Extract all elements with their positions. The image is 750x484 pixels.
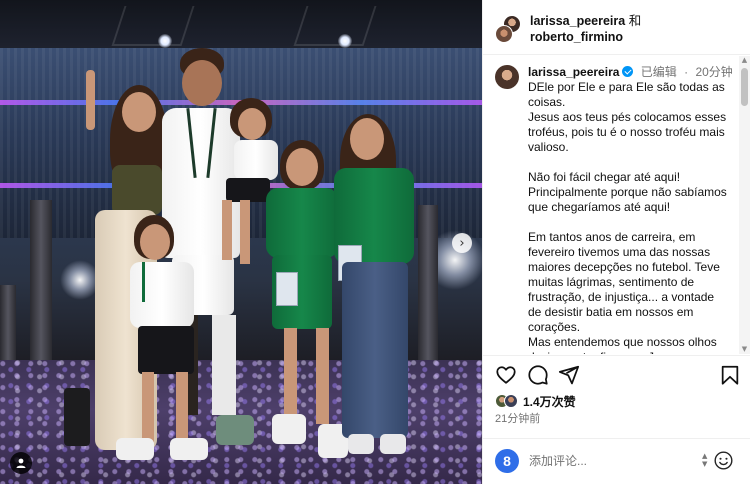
- caption-line: coisas.: [528, 95, 566, 109]
- caption-line: de desistir batia em nossos em: [528, 305, 694, 319]
- middle-girl-jersey: [266, 188, 338, 258]
- caption-line: fevereiro tivemos uma das nossas: [528, 245, 711, 259]
- caption-line: que chegaríamos até aqui!: [528, 200, 671, 214]
- divider: [483, 355, 750, 356]
- comment-bar: 8 ▲▼: [483, 439, 750, 484]
- likes-row[interactable]: 1.4万次赞: [495, 393, 576, 409]
- post-timestamp[interactable]: 21分钟前: [495, 410, 540, 426]
- small-girl-leg: [142, 372, 154, 442]
- caption-time[interactable]: 20分钟: [695, 65, 732, 79]
- small-girl-shirt: [130, 262, 194, 328]
- small-girl-leg: [176, 372, 188, 442]
- man-boot: [216, 415, 254, 445]
- conjunction-text: 和: [628, 14, 642, 28]
- send-icon[interactable]: [558, 364, 580, 386]
- sneaker: [348, 434, 374, 454]
- scrollbar-thumb[interactable]: [741, 68, 748, 106]
- user-tags-button[interactable]: [10, 452, 32, 474]
- stage-pillar: [30, 200, 52, 370]
- post-header: larissa_peereira 和 roberto_firmino: [483, 0, 750, 55]
- caption-line: maiores decepções no futebol. Teve: [528, 260, 720, 274]
- caption-line: Mas entendemos que nossos olhos: [528, 335, 717, 349]
- caption-line: valioso.: [528, 140, 569, 154]
- author-link[interactable]: roberto_firmino: [530, 30, 623, 44]
- roof-truss: [293, 6, 377, 46]
- avatar[interactable]: [495, 25, 513, 43]
- stepper-arrows-icon[interactable]: ▲ ▼: [702, 452, 707, 468]
- caption-line: deviam estar fixos em Jesus e no: [528, 350, 736, 354]
- next-image-button[interactable]: ›: [452, 233, 472, 253]
- raised-arm: [86, 70, 95, 130]
- caption-meta: larissa_peereira 已编辑 · 20分钟: [528, 65, 733, 80]
- likes-count[interactable]: 1.4万次赞: [523, 393, 576, 410]
- author-link[interactable]: larissa_peereira: [530, 14, 625, 28]
- toddler-shorts: [226, 178, 270, 202]
- stadium-roof: [0, 0, 482, 52]
- caption-line: Principalmente porque não sabíamos: [528, 185, 727, 199]
- man-sock: [212, 315, 236, 415]
- caption-username[interactable]: larissa_peereira: [528, 65, 619, 79]
- bookmark-icon[interactable]: [719, 364, 741, 386]
- sneaker: [170, 438, 208, 460]
- scrollbar[interactable]: ▲ ▼: [739, 56, 750, 354]
- scroll-down-arrow-icon[interactable]: ▼: [741, 346, 748, 353]
- stadium-light: [338, 34, 352, 48]
- grammarly-icon[interactable]: 8: [495, 449, 519, 473]
- caption-line: muitas lágrimas, sentimento de: [528, 275, 695, 289]
- post-side-panel: larissa_peereira 和 roberto_firmino laris…: [482, 0, 750, 484]
- caption-line: Em tantos anos de carreira, em: [528, 230, 696, 244]
- middle-girl-head: [286, 148, 318, 186]
- sneaker: [116, 438, 154, 460]
- shirt-stripe: [142, 262, 145, 302]
- roof-truss: [111, 6, 195, 46]
- caption-text: DEle por Ele e para Ele são todas as cois…: [528, 80, 736, 354]
- stadium-light: [158, 34, 172, 48]
- collab-avatars[interactable]: [495, 15, 521, 43]
- middle-girl-leg: [284, 328, 297, 418]
- small-girl-shorts: [138, 326, 194, 374]
- sneaker: [272, 414, 306, 444]
- toddler-leg: [222, 200, 232, 260]
- verified-badge-icon: [622, 66, 634, 77]
- toddler-shirt: [234, 140, 278, 180]
- caption-line: Não foi fácil chegar até aqui!: [528, 170, 681, 184]
- separator-dot: ·: [684, 65, 689, 79]
- edited-label: 已编辑: [640, 65, 677, 79]
- man-head: [182, 60, 222, 106]
- light-flare: [60, 260, 100, 300]
- post-photo[interactable]: ›: [0, 0, 482, 484]
- avatar[interactable]: [495, 65, 519, 89]
- credential-badge: [276, 272, 298, 306]
- heart-icon[interactable]: [495, 364, 517, 386]
- middle-girl-leg: [316, 328, 329, 424]
- woman-head: [122, 92, 156, 132]
- older-girl-head: [350, 118, 384, 160]
- user-tag-icon: [16, 458, 26, 468]
- caption-line: troféus, pois tu é o nosso troféu mais: [528, 125, 725, 139]
- toddler-leg: [240, 200, 250, 264]
- smiley-icon[interactable]: [713, 450, 734, 471]
- stage-pillar: [418, 205, 438, 370]
- small-girl-head: [140, 224, 170, 260]
- caption-line: frustração, de injustiça... a vontade: [528, 290, 715, 304]
- scroll-up-arrow-icon[interactable]: ▲: [741, 57, 748, 64]
- sneaker: [380, 434, 406, 454]
- older-girl-jeans: [342, 262, 408, 438]
- caption-scroll-area[interactable]: larissa_peereira 已编辑 · 20分钟 DEle por Ele…: [483, 56, 737, 354]
- bag: [64, 388, 90, 446]
- caption-line: Jesus aos teus pés colocamos esses: [528, 110, 727, 124]
- avatar: [504, 394, 518, 408]
- chevron-right-icon: ›: [459, 235, 465, 251]
- woman-top: [112, 165, 162, 215]
- caption-line: DEle por Ele e para Ele são todas as: [528, 80, 725, 94]
- collab-authors: larissa_peereira 和 roberto_firmino: [530, 13, 641, 45]
- action-bar: [483, 364, 750, 390]
- comment-input[interactable]: [529, 451, 689, 471]
- caption-line: corações.: [528, 320, 581, 334]
- toddler-head: [238, 108, 266, 140]
- comment-icon[interactable]: [527, 364, 549, 386]
